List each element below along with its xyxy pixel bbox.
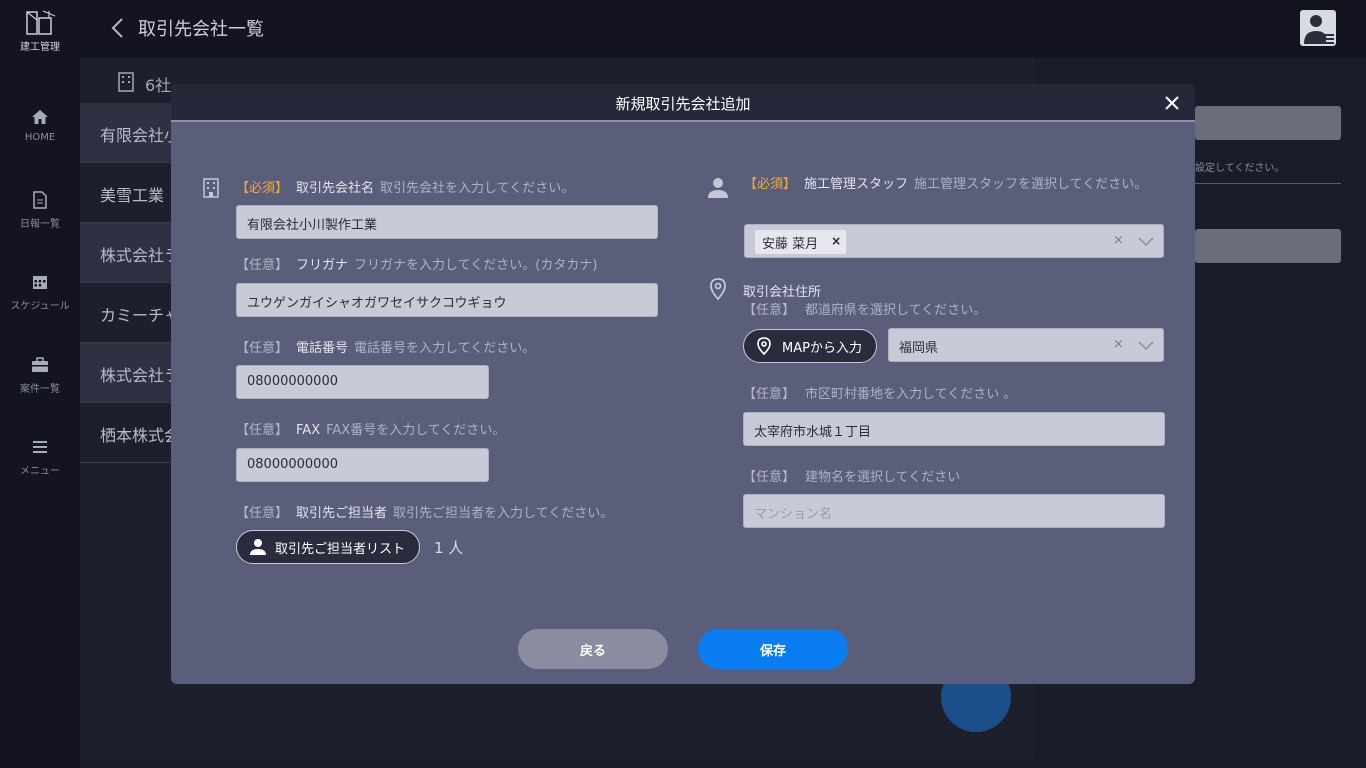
field-hint: フリガナを入力してください。(カタカナ) xyxy=(354,258,598,273)
detail-select[interactable] xyxy=(1195,229,1341,263)
add-company-modal: 新規取引先会社追加 【必須】 取引先会社名 取引先会社を入力してください。 有限会社… xyxy=(171,84,1195,684)
modal-title: 新規取引先会社追加 xyxy=(615,95,751,113)
modal-header: 新規取引先会社追加 xyxy=(171,84,1195,122)
staff-label: 【必須】 施工管理スタッフ 施工管理スタッフを選択してください。 xyxy=(744,177,1164,193)
sidebar-item-label: メニュー xyxy=(20,466,60,477)
field-hint: 建物名を選択してください xyxy=(805,470,961,485)
clear-icon[interactable]: × xyxy=(1113,337,1124,352)
prefecture-select[interactable]: 福岡県 × xyxy=(888,328,1164,362)
sidebar-item-label: HOME xyxy=(24,132,56,143)
person-icon xyxy=(250,539,266,555)
optional-tag: 【任意】 xyxy=(743,470,796,485)
chip-label: 安藤 菜月 xyxy=(762,237,819,252)
user-icon xyxy=(1304,15,1334,44)
user-avatar[interactable] xyxy=(1300,10,1336,46)
chip-remove-icon[interactable]: × xyxy=(831,234,841,248)
company-name-label: 【必須】 取引先会社名 取引先会社を入力してください。 xyxy=(236,177,574,196)
fax-input[interactable]: 08000000000 xyxy=(236,448,489,482)
building-icon xyxy=(203,178,219,198)
briefcase-icon xyxy=(32,357,48,372)
building-icon xyxy=(118,72,134,92)
furigana-input[interactable]: ユウゲンガイシャオガワセイサクコウギョウ xyxy=(236,283,658,317)
building-label: 【任意】 建物名を選択してください xyxy=(743,466,960,485)
contact-list-label: 取引先ご担当者リスト xyxy=(275,542,406,557)
field-name: 取引先会社名 xyxy=(296,181,375,196)
company-count: 6社 xyxy=(145,76,172,95)
optional-tag: 【任意】 xyxy=(236,423,289,438)
back-chevron-icon[interactable] xyxy=(106,16,130,40)
clear-icon[interactable]: × xyxy=(1113,233,1124,248)
document-icon xyxy=(33,191,47,209)
field-hint: 施工管理スタッフを選択してください。 xyxy=(914,177,1148,192)
required-tag: 【必須】 xyxy=(236,181,289,196)
top-bar: 建工管理 取引先会社一覧 xyxy=(0,0,1366,58)
field-name: 取引先ご担当者 xyxy=(296,506,388,521)
sidebar-item-reports[interactable]: 日報一覧 xyxy=(0,191,80,230)
field-hint: FAX番号を入力してください。 xyxy=(326,423,506,438)
prefecture-label: 【任意】 都道府県を選択してください。 xyxy=(743,299,986,318)
optional-tag: 【任意】 xyxy=(236,258,289,273)
location-pin-icon xyxy=(757,337,771,355)
map-input-button[interactable]: MAPから入力 xyxy=(743,329,877,363)
staff-chip: 安藤 菜月 × xyxy=(755,230,847,254)
home-icon xyxy=(32,110,48,124)
sidebar-item-home[interactable]: HOME xyxy=(0,108,80,143)
back-button[interactable]: 戻る xyxy=(518,629,668,669)
divider xyxy=(1195,183,1341,184)
sidebar-item-schedule[interactable]: スケジュール xyxy=(0,273,80,312)
sidebar-item-label: 日報一覧 xyxy=(20,219,60,230)
chevron-down-icon[interactable] xyxy=(1138,237,1154,247)
map-input-label: MAPから入力 xyxy=(782,341,862,356)
city-label: 【任意】 市区町村番地を入力してください 。 xyxy=(743,383,1016,402)
contact-list-button[interactable]: 取引先ご担当者リスト xyxy=(236,530,421,564)
optional-tag: 【任意】 xyxy=(236,341,289,356)
city-input[interactable]: 太宰府市水城１丁目 xyxy=(743,412,1165,446)
field-hint: 電話番号を入力してください。 xyxy=(354,341,536,356)
field-name: 施工管理スタッフ xyxy=(804,177,909,192)
save-button[interactable]: 保存 xyxy=(698,629,848,669)
menu-icon xyxy=(33,441,47,453)
detail-field[interactable] xyxy=(1195,106,1341,140)
field-name: FAX xyxy=(296,423,321,438)
field-hint: 取引先会社を入力してください。 xyxy=(380,181,575,196)
address-heading: 取引会社住所 xyxy=(743,285,822,300)
optional-tag: 【任意】 xyxy=(743,303,796,318)
side-nav: HOME 日報一覧 スケジュール 案件一覧 メニュー xyxy=(0,58,80,768)
sidebar-item-projects[interactable]: 案件一覧 xyxy=(0,356,80,395)
fax-label: 【任意】 FAX FAX番号を入力してください。 xyxy=(236,419,505,438)
optional-tag: 【任意】 xyxy=(236,506,289,521)
sidebar-item-menu[interactable]: メニュー xyxy=(0,438,80,477)
detail-hint: 設定してください。 xyxy=(1195,163,1285,174)
field-name: フリガナ xyxy=(296,258,349,273)
chevron-down-icon[interactable] xyxy=(1138,341,1154,351)
optional-tag: 【任意】 xyxy=(743,387,796,402)
field-hint: 都道府県を選択してください。 xyxy=(805,303,987,318)
app-logo[interactable]: 建工管理 xyxy=(18,8,62,53)
field-hint: 市区町村番地を入力してください 。 xyxy=(805,387,1017,402)
sidebar-item-label: 案件一覧 xyxy=(20,384,60,395)
field-name: 電話番号 xyxy=(296,341,349,356)
field-hint: 取引先ご担当者を入力してください。 xyxy=(393,506,614,521)
required-tag: 【必須】 xyxy=(744,177,797,192)
contact-count: 1 人 xyxy=(434,539,464,557)
furigana-label: 【任意】 フリガナ フリガナを入力してください。(カタカナ) xyxy=(236,254,597,273)
phone-label: 【任意】 電話番号 電話番号を入力してください。 xyxy=(236,337,535,356)
company-name-input[interactable]: 有限会社小川製作工業 xyxy=(236,205,658,239)
logo-text: 建工管理 xyxy=(20,42,60,53)
person-icon xyxy=(708,178,728,198)
contact-label: 【任意】 取引先ご担当者 取引先ご担当者を入力してください。 xyxy=(236,502,613,521)
close-icon[interactable] xyxy=(1163,94,1181,112)
staff-select[interactable]: 安藤 菜月 × × xyxy=(744,224,1164,258)
sidebar-item-label: スケジュール xyxy=(10,301,70,312)
calendar-icon xyxy=(33,276,47,289)
building-logo-icon xyxy=(26,10,56,35)
prefecture-value: 福岡県 xyxy=(899,341,939,356)
location-pin-icon xyxy=(710,278,726,300)
page-title: 取引先会社一覧 xyxy=(138,19,264,40)
phone-input[interactable]: 08000000000 xyxy=(236,365,489,399)
building-input[interactable]: マンション名 xyxy=(743,494,1165,528)
